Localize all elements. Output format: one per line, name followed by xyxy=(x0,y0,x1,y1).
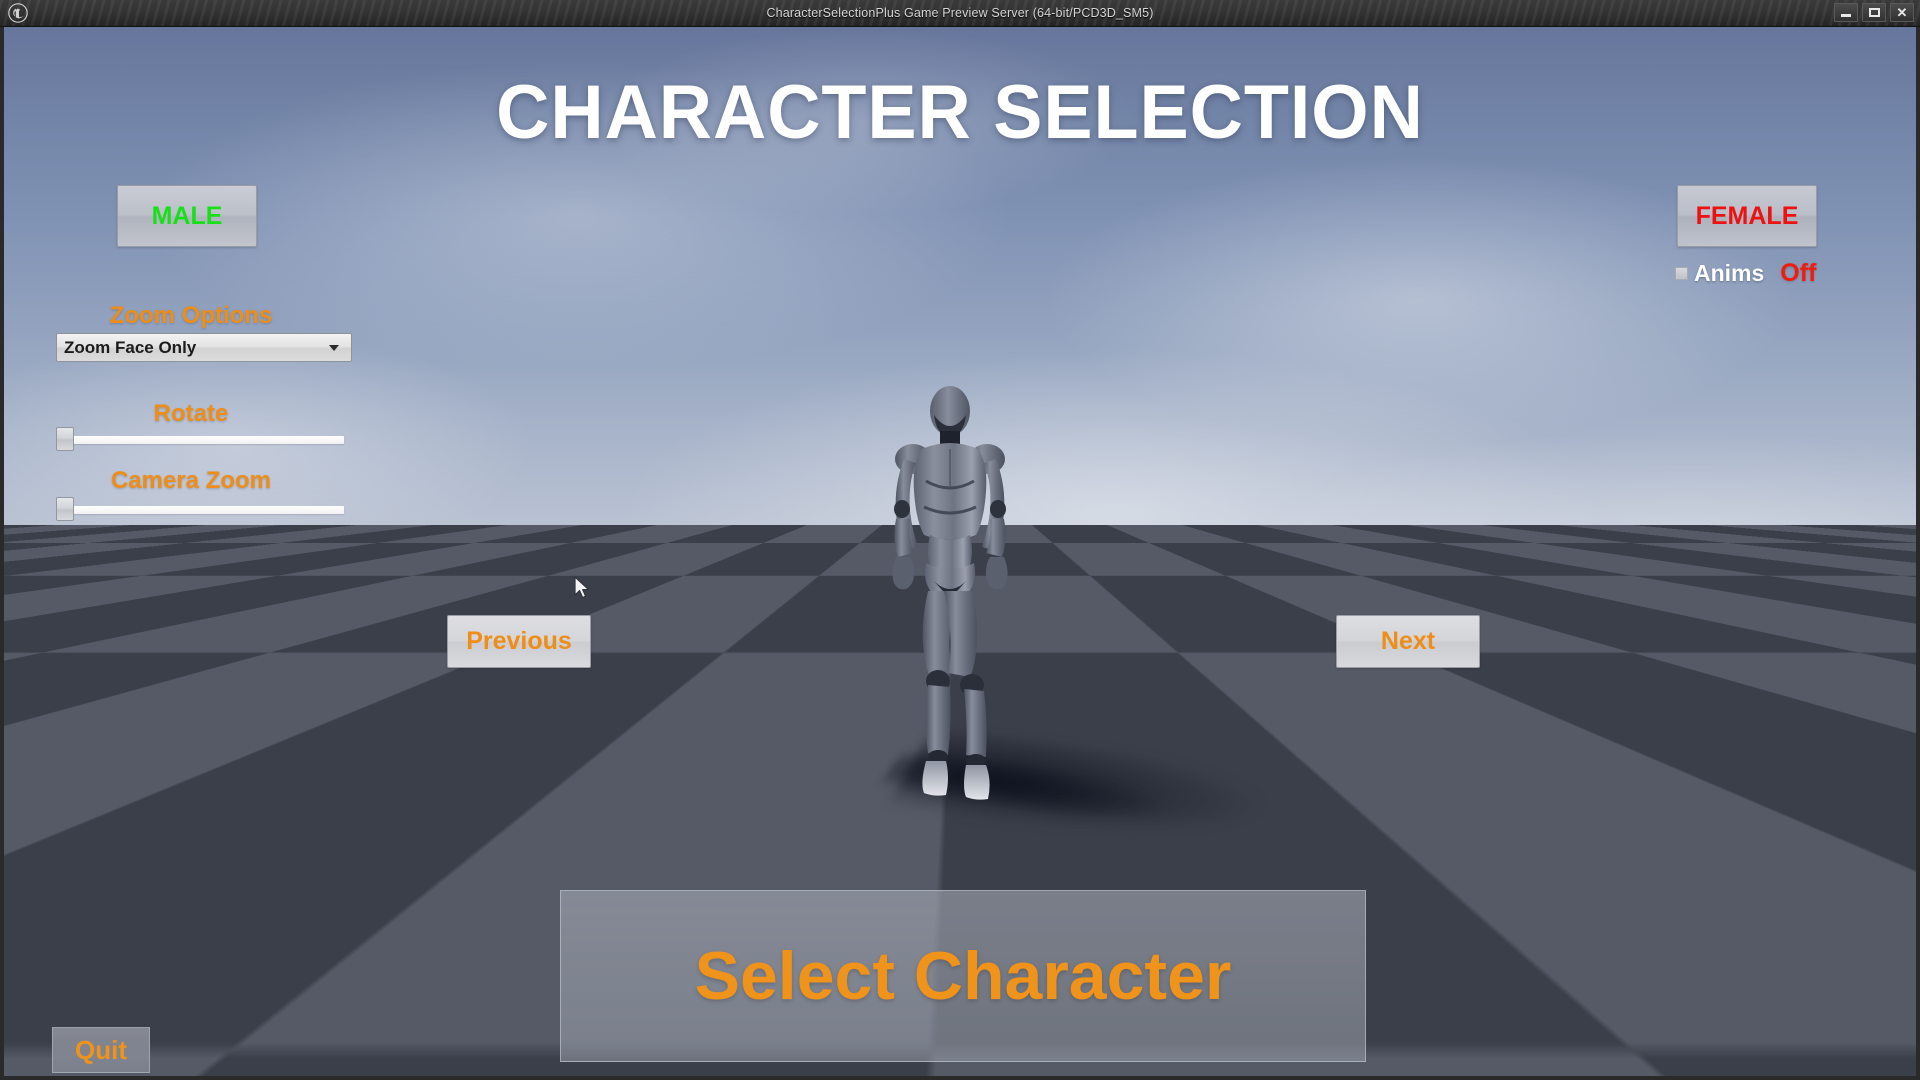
zoom-options-select[interactable]: Zoom Face Only xyxy=(56,333,352,362)
quit-button[interactable]: Quit xyxy=(52,1027,150,1073)
camera-zoom-slider-label: Camera Zoom xyxy=(110,467,272,494)
minimize-button[interactable] xyxy=(1834,3,1858,22)
anims-checkbox[interactable] xyxy=(1675,267,1688,280)
window-controls: ✕ xyxy=(1834,3,1914,22)
page-title: CHARACTER SELECTION xyxy=(496,70,1424,155)
close-icon: ✕ xyxy=(1896,5,1908,20)
chevron-down-icon xyxy=(329,344,339,351)
camera-zoom-slider-track[interactable] xyxy=(70,506,344,514)
rotate-slider-label: Rotate xyxy=(153,400,229,427)
anims-state-value: Off xyxy=(1780,259,1817,287)
camera-zoom-slider-handle[interactable] xyxy=(56,497,74,521)
male-button[interactable]: MALE xyxy=(117,185,257,247)
title-bar[interactable]: CharacterSelectionPlus Game Preview Serv… xyxy=(0,0,1920,27)
rotate-slider[interactable] xyxy=(56,427,344,451)
rotate-slider-track[interactable] xyxy=(70,436,344,444)
rotate-slider-handle[interactable] xyxy=(56,427,74,451)
previous-button[interactable]: Previous xyxy=(447,615,591,668)
female-button[interactable]: FEMALE xyxy=(1677,185,1817,247)
anims-toggle-row[interactable]: Anims Off xyxy=(1675,259,1816,288)
character-model xyxy=(860,385,1040,815)
next-button[interactable]: Next xyxy=(1336,615,1480,668)
anims-label: Anims xyxy=(1694,260,1765,286)
camera-zoom-slider[interactable] xyxy=(56,497,344,521)
maximize-button[interactable] xyxy=(1862,3,1886,22)
close-button[interactable]: ✕ xyxy=(1890,3,1914,22)
application-window: CharacterSelectionPlus Game Preview Serv… xyxy=(0,0,1920,1080)
unreal-engine-logo-icon xyxy=(5,0,31,26)
window-title: CharacterSelectionPlus Game Preview Serv… xyxy=(766,6,1154,20)
select-character-button[interactable]: Select Character xyxy=(560,890,1366,1062)
game-viewport[interactable]: CHARACTER SELECTION MALE FEMALE Anims Of… xyxy=(4,27,1916,1076)
zoom-options-selected-value: Zoom Face Only xyxy=(64,337,197,357)
zoom-options-label: Zoom Options xyxy=(109,302,273,329)
